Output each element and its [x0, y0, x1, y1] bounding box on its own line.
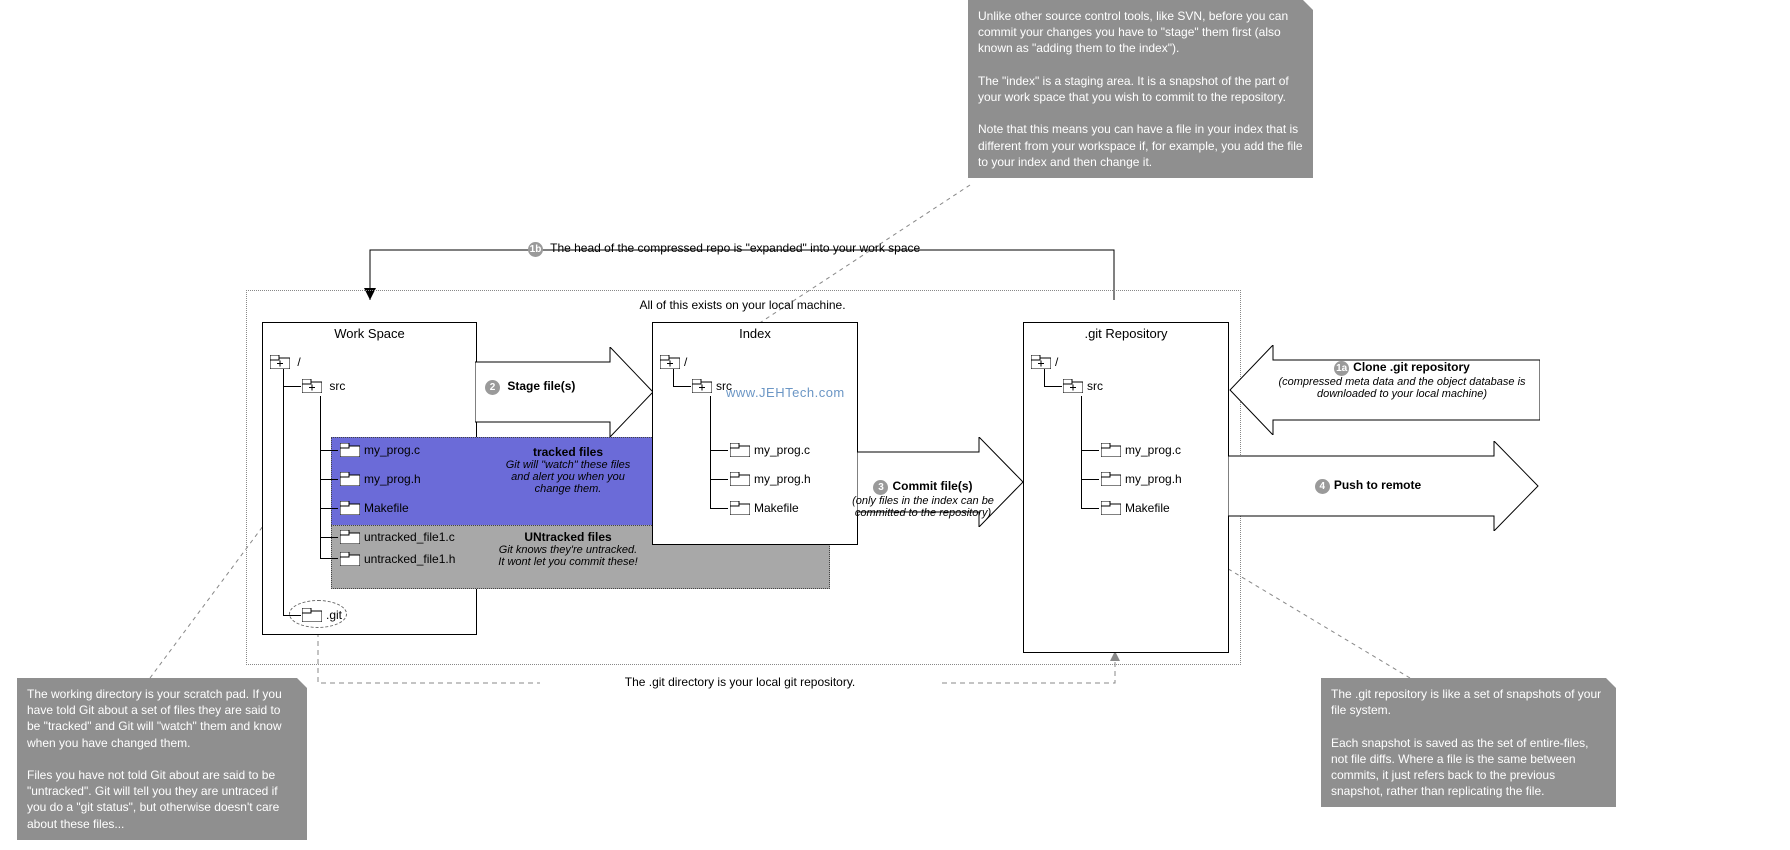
file-name: Makefile [754, 501, 799, 515]
stage-label: 2 Stage file(s) [485, 379, 575, 395]
file-name: my_prog.h [1125, 472, 1182, 486]
folder-icon [1101, 500, 1121, 515]
stage-text: Stage file(s) [507, 379, 575, 393]
badge-icon: 4 [1315, 479, 1330, 494]
clone-desc: (compressed meta data and the object dat… [1268, 376, 1536, 400]
folder-icon [340, 551, 360, 566]
folder-icon [340, 529, 360, 544]
badge-icon: 2 [485, 380, 500, 395]
push-text: Push to remote [1334, 478, 1421, 492]
folder-name: src [1087, 379, 1103, 393]
panel-workspace-title: Work Space [262, 322, 477, 346]
folder-icon [692, 378, 712, 393]
commit-desc: (only files in the index can be committe… [838, 495, 1008, 519]
folder-icon [1101, 471, 1121, 486]
folder-icon [340, 442, 360, 457]
folder-icon [1101, 442, 1121, 457]
step-1b: 1b The head of the compressed repo is "e… [528, 241, 920, 257]
push-label: 4 Push to remote [1228, 478, 1508, 494]
folder-icon [270, 354, 290, 369]
git-ellipse [289, 600, 347, 628]
folder-icon [730, 471, 750, 486]
folder-name: / [684, 355, 687, 369]
file-name: Makefile [364, 501, 409, 515]
step-text: The head of the compressed repo is "expa… [550, 241, 920, 255]
note-text: The working directory is your scratch pa… [27, 686, 297, 751]
ws-tree: / src my_prog.c my_prog.h Makefile untra… [262, 344, 475, 634]
folder-name: src [329, 379, 345, 393]
note-workspace: The working directory is your scratch pa… [17, 678, 307, 840]
panel-index-title: Index [652, 322, 858, 346]
folder-icon [302, 378, 322, 393]
note-text: Unlike other source control tools, like … [978, 8, 1303, 57]
badge-icon: 3 [873, 480, 888, 495]
clone-label: 1a Clone .git repository (compressed meta… [1268, 360, 1536, 400]
note-text: The .git repository is like a set of sna… [1331, 686, 1606, 718]
file-name: untracked_file1.c [364, 530, 455, 544]
panel-repo-title: .git Repository [1023, 322, 1229, 346]
untracked-title: UNtracked files [498, 530, 638, 544]
clone-text: Clone .git repository [1353, 360, 1470, 374]
note-text: Note that this means you can have a file… [978, 121, 1303, 170]
folder-name: / [297, 355, 300, 369]
badge-icon: 1b [528, 242, 543, 257]
note-text: Each snapshot is saved as the set of ent… [1331, 735, 1606, 800]
file-name: my_prog.c [1125, 443, 1181, 457]
tracked-title: tracked files [498, 445, 638, 459]
file-name: my_prog.h [754, 472, 811, 486]
file-name: untracked_file1.h [364, 552, 455, 566]
git-dir-caption: The .git directory is your local git rep… [540, 675, 940, 689]
folder-icon [730, 500, 750, 515]
file-name: my_prog.c [754, 443, 810, 457]
file-name: Makefile [1125, 501, 1170, 515]
watermark: www.JEHTech.com [726, 385, 845, 400]
file-name: my_prog.c [364, 443, 420, 457]
idx-tree: / src my_prog.c my_prog.h Makefile [652, 344, 856, 544]
untracked-text: Git knows they're untracked. It wont let… [498, 544, 638, 568]
tracked-text: Git will "watch" these files and alert y… [498, 459, 638, 495]
repo-tree: / src my_prog.c my_prog.h Makefile [1023, 344, 1227, 544]
local-machine-caption: All of this exists on your local machine… [246, 298, 1239, 312]
folder-icon [340, 471, 360, 486]
folder-name: / [1055, 355, 1058, 369]
folder-icon [660, 354, 680, 369]
commit-text: Commit file(s) [892, 479, 972, 493]
note-index: Unlike other source control tools, like … [968, 0, 1313, 178]
file-name: my_prog.h [364, 472, 421, 486]
folder-icon [730, 442, 750, 457]
note-text: The "index" is a staging area. It is a s… [978, 73, 1303, 105]
untracked-desc: UNtracked files Git knows they're untrac… [498, 530, 638, 568]
folder-icon [1031, 354, 1051, 369]
folder-icon [1063, 378, 1083, 393]
commit-label: 3 Commit file(s) (only files in the index… [838, 479, 1008, 519]
badge-icon: 1a [1334, 361, 1349, 376]
note-repo: The .git repository is like a set of sna… [1321, 678, 1616, 807]
note-text: Files you have not told Git about are sa… [27, 767, 297, 832]
folder-icon [340, 500, 360, 515]
tracked-desc: tracked files Git will "watch" these fil… [498, 445, 638, 495]
